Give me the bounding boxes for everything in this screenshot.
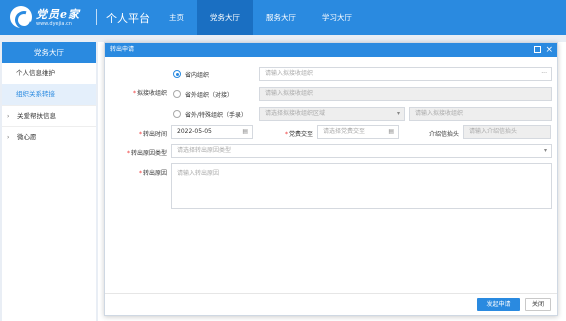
sidebar-group-care-label: 关爱帮扶信息 xyxy=(17,112,56,120)
radio-special-org[interactable] xyxy=(173,110,181,118)
sidebar-item-personal-info[interactable]: 个人信息维护 xyxy=(2,63,96,84)
reason-textarea[interactable]: 请输入转出原因 xyxy=(171,163,552,209)
fee-label: *党费交至 xyxy=(284,131,313,138)
maximize-icon[interactable] xyxy=(534,46,541,53)
sidebar: 党务大厅 个人信息维护 组织关系转接 › 关爱帮扶信息 › 微心愿 xyxy=(2,42,96,321)
special-org-name-input[interactable]: 请输入拟接收组织 xyxy=(409,107,552,121)
reason-type-label: *转出原因类型 xyxy=(126,150,167,157)
header-divider xyxy=(96,9,97,25)
platform-title: 个人平台 xyxy=(106,12,150,25)
chevron-right-icon: › xyxy=(7,134,10,141)
submit-button[interactable]: 发起申请 xyxy=(477,298,520,311)
sidebar-group-wish-label: 微心愿 xyxy=(17,133,37,141)
brand-url: www.dyejia.cn xyxy=(36,21,72,27)
radio-out-province[interactable] xyxy=(173,90,181,98)
chevron-down-icon: ▾ xyxy=(543,147,547,154)
calendar-icon[interactable]: ▤ xyxy=(388,126,394,138)
transfer-date-input[interactable]: 2022-05-05 ▤ xyxy=(171,125,253,139)
out-province-org-input[interactable]: 请输入拟接收组织 xyxy=(259,87,552,101)
date-label: *转出时间 xyxy=(138,131,167,138)
dialog-header: 转出申请 × xyxy=(105,43,557,57)
radio-in-province[interactable] xyxy=(173,70,181,78)
option-special-org-label: 省外/特殊组织（手录） xyxy=(185,112,248,119)
option-out-province-label: 省外组织（对接） xyxy=(185,92,234,99)
calendar-icon[interactable]: ▤ xyxy=(242,126,248,138)
sidebar-title: 党务大厅 xyxy=(2,42,96,63)
brand-logo[interactable]: 党员e家 www.dyejia.cn xyxy=(10,5,90,31)
sidebar-group-care[interactable]: › 关爱帮扶信息 xyxy=(2,105,96,126)
in-province-org-input[interactable]: 请输入拟接收组织 ··· xyxy=(259,67,552,81)
close-icon[interactable]: × xyxy=(545,43,553,57)
main-nav: 主页 党务大厅 服务大厅 学习大厅 xyxy=(156,0,365,35)
intro-letter-label: 介绍信抬头 xyxy=(428,131,459,138)
top-navbar: 党员e家 www.dyejia.cn 个人平台 主页 党务大厅 服务大厅 学习大… xyxy=(0,0,566,35)
more-icon[interactable]: ··· xyxy=(541,68,547,80)
reason-type-select[interactable]: 请选择转出原因类型 ▾ xyxy=(171,144,552,158)
logo-icon xyxy=(10,6,32,28)
nav-home[interactable]: 主页 xyxy=(156,0,197,35)
option-in-province-label: 省内组织 xyxy=(185,72,210,79)
brand-name: 党员e家 xyxy=(36,8,80,21)
intro-letter-input[interactable]: 请输入介绍信抬头 xyxy=(463,125,551,139)
reason-label: *转出原因 xyxy=(138,170,167,177)
nav-study-hall[interactable]: 学习大厅 xyxy=(309,0,365,35)
dialog-footer-divider xyxy=(105,293,557,294)
dialog-title: 转出申请 xyxy=(110,46,135,53)
transfer-dialog: 转出申请 × *拟接收组织 省内组织 请输入拟接收组织 ··· 省外组织（对接）… xyxy=(104,42,558,316)
chevron-right-icon: › xyxy=(7,113,10,120)
chevron-down-icon: ▾ xyxy=(396,110,400,117)
receive-org-label: *拟接收组织 xyxy=(132,90,167,97)
special-org-region-select[interactable]: 请选择拟接收组织区域 ▾ xyxy=(259,107,405,121)
sidebar-group-wish[interactable]: › 微心愿 xyxy=(2,126,96,147)
fee-destination-input[interactable]: 请选择党费交至 ▤ xyxy=(317,125,399,139)
nav-party-hall[interactable]: 党务大厅 xyxy=(197,0,253,35)
close-button[interactable]: 关闭 xyxy=(525,298,551,311)
sidebar-item-org-transfer[interactable]: 组织关系转接 xyxy=(2,84,96,105)
nav-service-hall[interactable]: 服务大厅 xyxy=(253,0,309,35)
